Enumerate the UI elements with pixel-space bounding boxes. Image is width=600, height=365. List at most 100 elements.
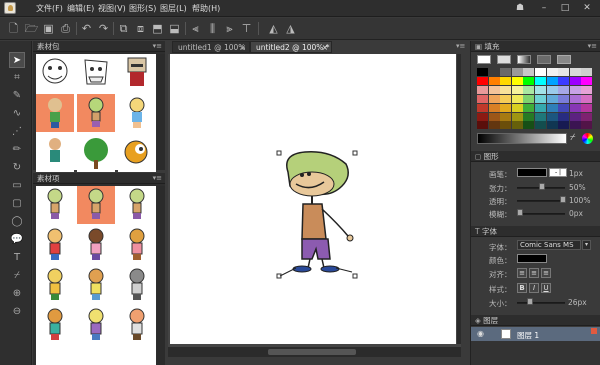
fill-type-none[interactable] [477,55,491,64]
ungroup-icon[interactable]: ⧈ [133,21,148,36]
color-swatch[interactable] [546,103,558,112]
align-top-icon[interactable]: ⊤ [239,21,254,36]
flip-horizontal-icon[interactable]: ◭ [266,21,281,36]
color-swatch[interactable] [558,68,570,76]
ellipse-icon[interactable]: ◯ [9,214,25,230]
send-back-icon[interactable]: ⬓ [167,21,182,36]
opacity-slider[interactable] [517,200,565,202]
clipart-thumb[interactable] [77,134,115,172]
menu-layer[interactable]: 图层(L) [160,3,187,14]
gray-gradient-bar[interactable] [477,133,567,144]
zoom-in-icon[interactable]: ⊕ [9,286,25,302]
scroll-thumb[interactable] [268,349,356,355]
clipart-thumb[interactable] [36,134,74,172]
new-file-icon[interactable]: 🗋 [6,21,21,36]
color-swatch[interactable] [569,103,581,112]
save-icon[interactable]: ▣ [41,21,56,36]
clipart-thumb[interactable] [77,94,115,132]
color-swatch[interactable] [523,68,535,76]
color-swatch[interactable] [546,76,558,85]
color-wheel-icon[interactable] [582,133,593,144]
opacity-slider-knob[interactable] [560,196,566,203]
zoom-out-icon[interactable]: ⊖ [9,304,25,320]
pen-icon[interactable]: ✎ [9,88,25,104]
group-icon[interactable]: ⧉ [116,21,131,36]
fill-type-image[interactable] [557,55,571,64]
text-icon[interactable]: T [9,250,25,266]
color-swatch[interactable] [569,112,581,121]
align-left-text-icon[interactable]: ≡ [517,268,527,278]
align-left-icon[interactable]: ⫷ [188,21,203,36]
color-swatch[interactable] [569,85,581,94]
color-swatch[interactable] [535,85,546,94]
blur-slider[interactable] [517,213,565,215]
color-swatch[interactable] [500,112,512,121]
color-swatch[interactable] [581,121,593,130]
color-swatch[interactable] [500,85,512,94]
color-swatch[interactable] [488,68,500,76]
chevron-down-icon[interactable]: ▾ [582,240,591,250]
rotate-icon[interactable]: ↻ [9,160,25,176]
color-swatch[interactable] [546,85,558,94]
close-icon[interactable]: ✕ [580,2,594,14]
color-swatch[interactable] [546,112,558,121]
print-icon[interactable]: ⎙ [58,21,73,36]
color-swatch[interactable] [546,121,558,130]
layer-row[interactable]: ◉ 图层 1 [471,327,600,341]
italic-button[interactable]: I [529,283,539,293]
color-swatch[interactable] [535,76,546,85]
rounded-rect-icon[interactable]: ▢ [9,196,25,212]
menu-file[interactable]: 文件(F) [36,3,63,14]
color-swatch[interactable] [477,76,488,85]
color-swatch[interactable] [500,76,512,85]
color-swatch[interactable] [488,76,500,85]
color-swatch[interactable] [546,68,558,76]
color-swatch[interactable] [581,103,593,112]
select-arrow-icon[interactable]: ➤ [9,52,25,68]
item-thumb[interactable] [77,186,115,224]
font-color-swatch[interactable] [517,254,547,263]
color-swatch[interactable] [558,121,570,130]
color-swatch[interactable] [546,94,558,103]
color-swatch[interactable] [523,85,535,94]
color-swatch[interactable] [511,68,523,76]
drawing-canvas[interactable] [170,54,456,344]
redo-icon[interactable]: ↷ [96,21,111,36]
menu-shape[interactable]: 图形(S) [129,3,156,14]
align-center-text-icon[interactable]: ≡ [529,268,539,278]
open-folder-icon[interactable]: 🗁 [24,21,39,36]
doc-menu-icon[interactable]: ▾≡ [456,42,465,50]
color-swatch[interactable] [569,94,581,103]
color-swatch[interactable] [511,103,523,112]
stroke-style-select[interactable]: - | [549,168,567,177]
bring-front-icon[interactable]: ⬒ [150,21,165,36]
panel-menu-icon[interactable]: ▾≡ [153,173,162,184]
color-swatch[interactable] [558,103,570,112]
color-swatch[interactable] [581,112,593,121]
fill-type-solid[interactable] [497,55,511,64]
color-swatch[interactable] [477,112,488,121]
pencil-icon[interactable]: ✏ [9,142,25,158]
item-thumb[interactable] [118,306,156,344]
color-swatch[interactable] [581,85,593,94]
item-thumb[interactable] [77,226,115,264]
color-swatch[interactable] [488,103,500,112]
canvas-horizontal-scrollbar[interactable] [168,347,461,357]
panel-menu-icon[interactable]: ▾≡ [588,41,597,52]
color-swatch[interactable] [535,94,546,103]
item-thumb[interactable] [36,186,74,224]
color-swatch[interactable] [523,112,535,121]
clipart-scrollbar[interactable] [157,54,165,170]
color-swatch[interactable] [581,76,593,85]
node-icon[interactable]: ⋰ [9,124,25,140]
tension-slider-knob[interactable] [539,183,545,190]
align-right-text-icon[interactable]: ≡ [541,268,551,278]
stroke-color-swatch[interactable] [517,168,547,177]
color-swatch[interactable] [511,94,523,103]
color-swatch[interactable] [523,94,535,103]
skin-icon[interactable]: ☗ [513,2,527,14]
color-swatch[interactable] [523,103,535,112]
rectangle-icon[interactable]: ▭ [9,178,25,194]
clipart-thumb[interactable] [36,54,74,92]
tab-untitled2[interactable]: untitled2 @ 100% * × [250,41,332,53]
